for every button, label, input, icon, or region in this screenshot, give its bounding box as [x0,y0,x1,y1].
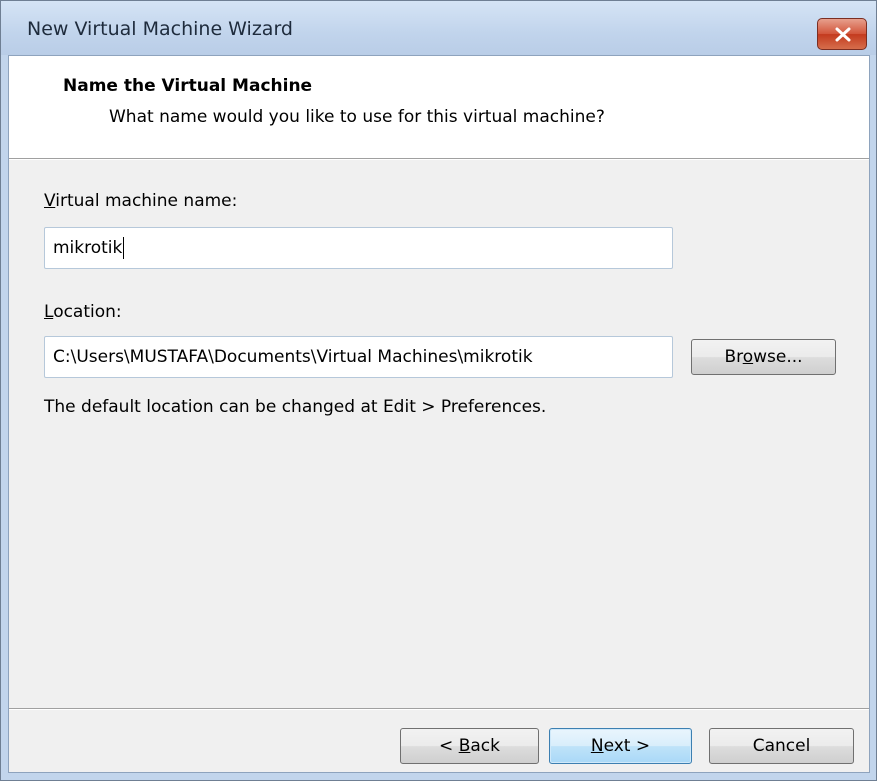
close-button[interactable] [817,18,867,50]
wizard-window: New Virtual Machine Wizard Name the Virt… [0,0,877,781]
page-title: Name the Virtual Machine [63,76,313,96]
page-subtitle: What name would you like to use for this… [109,107,605,127]
wizard-header: Name the Virtual Machine What name would… [9,56,869,158]
cancel-button[interactable]: Cancel [709,728,854,764]
location-label: Location: [44,302,122,322]
location-input[interactable]: C:\Users\MUSTAFA\Documents\Virtual Machi… [44,336,673,378]
text-caret [123,237,125,259]
header-divider [9,158,869,160]
location-hint: The default location can be changed at E… [44,397,547,417]
dialog-body: Name the Virtual Machine What name would… [8,55,870,773]
vm-name-input[interactable]: mikrotik [44,227,673,269]
title-bar[interactable]: New Virtual Machine Wizard [1,1,876,55]
next-button[interactable]: Next > [549,728,692,764]
window-title: New Virtual Machine Wizard [27,18,293,40]
footer-divider [9,708,869,710]
vm-name-label: Virtual machine name: [44,191,238,211]
back-button[interactable]: < Back [400,728,539,764]
browse-button[interactable]: Browse... [691,339,836,375]
close-icon [835,27,851,42]
